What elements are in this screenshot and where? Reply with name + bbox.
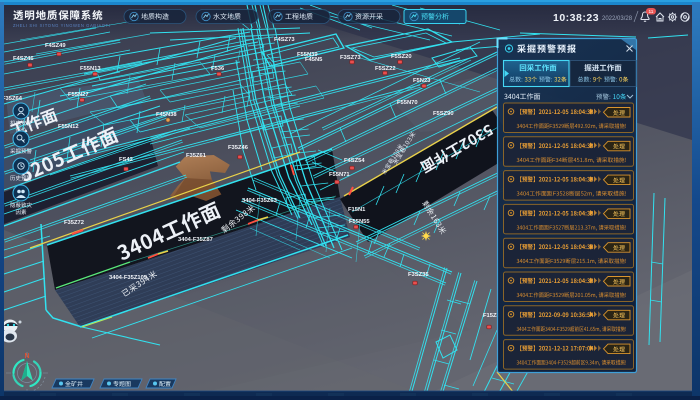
svg-text:F55N13: F55N13 [80, 66, 101, 72]
svg-text:资源开采: 资源开采 [355, 12, 383, 22]
svg-text:F4SZ46: F4SZ46 [13, 56, 34, 62]
svg-text:3404工作面距3404-F3529超前区9.34m, 请采: 3404工作面距3404-F3529超前区9.34m, 请采取措施! [517, 359, 627, 367]
svg-text:掘进工作面: 掘进工作面 [584, 63, 622, 74]
svg-text:采掘预警预报: 采掘预警预报 [517, 42, 577, 55]
svg-text:F4SZ49: F4SZ49 [45, 43, 66, 49]
svg-text:总数: 9个 预警: 0条: 总数: 9个 预警: 0条 [577, 75, 628, 84]
svg-text:3404工作面距3404-F3529超前区41.65m, 请: 3404工作面距3404-F3529超前区41.65m, 请采取措施! [517, 325, 627, 333]
svg-text:FS42: FS42 [119, 157, 133, 163]
svg-text:处理: 处理 [613, 344, 625, 353]
svg-text:F55N70: F55N70 [397, 100, 418, 106]
svg-text:2022/03/28: 2022/03/28 [602, 16, 633, 22]
svg-text:3404工作面距F3528断层52m, 请采取措施!: 3404工作面距F3528断层52m, 请采取措施! [517, 190, 627, 198]
svg-text:F55N71: F55N71 [329, 172, 350, 178]
svg-text:11: 11 [649, 9, 654, 15]
svg-text:3404工作面距F3529断层492.92m, 请采取措施!: 3404工作面距F3529断层492.92m, 请采取措施! [517, 122, 627, 130]
svg-text:F4SZ73: F4SZ73 [274, 37, 295, 43]
svg-text:F55N27: F55N27 [68, 92, 89, 98]
svg-text:地质构造: 地质构造 [141, 12, 169, 22]
svg-text:F4SZ54: F4SZ54 [344, 158, 365, 164]
svg-text:全矿井: 全矿井 [65, 379, 83, 388]
svg-text:【预警】2022-09-09 10:36:54: 【预警】2022-09-09 10:36:54 [517, 310, 594, 319]
svg-text:3404工作面距F3529断层201.05m, 请采取措施!: 3404工作面距F3529断层201.05m, 请采取措施! [517, 291, 627, 299]
svg-text:【预警】2021-12-05 18:04:33: 【预警】2021-12-05 18:04:33 [517, 107, 594, 116]
svg-text:回采工作面: 回采工作面 [519, 63, 557, 74]
svg-text:处理: 处理 [613, 108, 625, 117]
svg-text:【预警】2021-12-05 18:04:33: 【预警】2021-12-05 18:04:33 [517, 175, 594, 184]
svg-text:【预警】2021-12-12 17:07:04: 【预警】2021-12-12 17:07:04 [517, 344, 594, 353]
svg-text:3404-F35Z63: 3404-F35Z63 [242, 198, 278, 204]
svg-text:因素: 因素 [15, 208, 27, 216]
svg-text:处理: 处理 [613, 142, 625, 151]
svg-text:F3SZ35: F3SZ35 [408, 272, 429, 278]
svg-text:【预警】2021-12-05 18:04:33: 【预警】2021-12-05 18:04:33 [517, 242, 594, 251]
svg-text:处理: 处理 [613, 209, 625, 218]
svg-text:F35Z72: F35Z72 [64, 220, 84, 226]
svg-text:F45N5: F45N5 [305, 57, 323, 63]
svg-text:3404-F35Z87: 3404-F35Z87 [178, 237, 213, 243]
svg-text:水文地质: 水文地质 [213, 12, 241, 22]
svg-text:预警: 10条: 预警: 10条 [596, 91, 627, 101]
svg-text:F536: F536 [211, 66, 225, 72]
svg-text:专题图: 专题图 [113, 379, 131, 388]
svg-text:F35Z61: F35Z61 [186, 153, 207, 159]
svg-text:3404工作面距F34断层451.8m, 请采取措施!: 3404工作面距F34断层451.8m, 请采取措施! [517, 156, 627, 164]
svg-text:处理: 处理 [613, 175, 625, 184]
svg-text:总数: 33个 预警: 32条: 总数: 33个 预警: 32条 [509, 75, 567, 84]
svg-text:F35Z64: F35Z64 [2, 96, 23, 102]
svg-text:处理: 处理 [613, 277, 625, 286]
svg-text:工程地质: 工程地质 [285, 12, 313, 22]
svg-text:【预警】2021-12-05 18:04:33: 【预警】2021-12-05 18:04:33 [517, 141, 594, 150]
svg-text:配置: 配置 [159, 379, 171, 388]
svg-text:处理: 处理 [613, 311, 625, 320]
svg-text:F35Z46: F35Z46 [228, 145, 249, 151]
svg-text:【预警】2021-12-05 18:04:33: 【预警】2021-12-05 18:04:33 [517, 276, 594, 285]
svg-text:F5SZ20: F5SZ20 [391, 54, 412, 60]
svg-text:ZHELI SHI XITONG YINGWEN GABIA: ZHELI SHI XITONG YINGWEN GABIAOTI [13, 23, 110, 28]
svg-text:F55N55: F55N55 [349, 219, 370, 225]
svg-text:3404工作面距F3527断层213.37m, 请采取措施!: 3404工作面距F3527断层213.37m, 请采取措施! [517, 223, 627, 231]
svg-text:10:38:23: 10:38:23 [553, 12, 599, 24]
svg-text:3404工作面距F3529断层215.1m, 请采取措施!: 3404工作面距F3529断层215.1m, 请采取措施! [517, 257, 627, 265]
svg-text:历史预警: 历史预警 [10, 174, 33, 182]
svg-text:F55N12: F55N12 [58, 124, 79, 130]
svg-text:F15N1: F15N1 [348, 207, 366, 213]
svg-text:F45N38: F45N38 [156, 112, 177, 118]
svg-text:F5N23: F5N23 [413, 78, 431, 84]
svg-text:3404-F35Z105: 3404-F35Z105 [109, 275, 148, 281]
svg-text:透明地质保障系统: 透明地质保障系统 [13, 8, 103, 23]
svg-text:【预警】2021-12-05 18:04:33: 【预警】2021-12-05 18:04:33 [517, 208, 594, 217]
svg-text:3404工作面: 3404工作面 [504, 92, 541, 102]
svg-text:F5SZ90: F5SZ90 [433, 111, 454, 117]
svg-text:采掘预警: 采掘预警 [10, 147, 33, 155]
svg-text:预警分析: 预警分析 [421, 12, 449, 22]
svg-text:处理: 处理 [613, 243, 625, 252]
